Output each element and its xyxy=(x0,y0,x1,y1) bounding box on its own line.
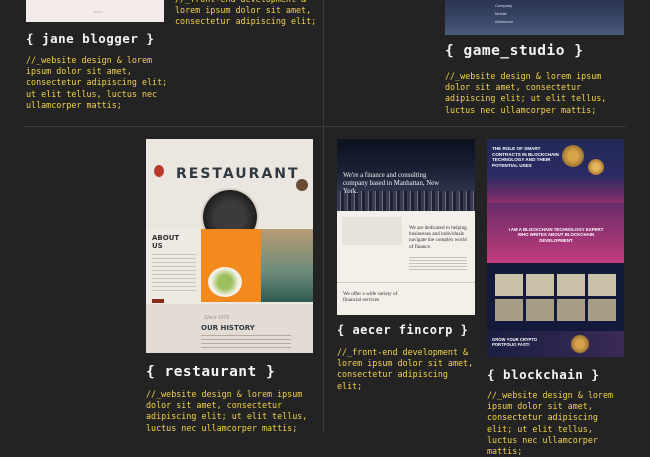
project-title[interactable]: { aecer fincorp } xyxy=(337,323,468,337)
project-description: //_website design & lorem ipsum dolor si… xyxy=(487,390,614,457)
project-title[interactable]: { jane blogger } xyxy=(26,31,154,46)
project-title[interactable]: { game_studio } xyxy=(445,43,583,59)
restaurant-thumbnail[interactable]: RESTAURANT ABOUT US Since 1979 OUR HISTO… xyxy=(146,139,313,353)
menu-item: Mobile xyxy=(495,11,507,16)
coin-image xyxy=(571,335,589,353)
section-separator xyxy=(152,299,164,303)
garnish-image xyxy=(154,165,164,177)
aecer-fincorp-thumbnail[interactable]: We're a finance and consulting company b… xyxy=(337,139,475,315)
thumbnail-caption: Sidebar xyxy=(93,10,104,14)
project-description: //_front-end development & lorem ipsum d… xyxy=(337,347,474,391)
project-title[interactable]: { restaurant } xyxy=(146,364,275,380)
interior-image xyxy=(261,229,313,302)
coin-image xyxy=(562,145,584,167)
finance-image xyxy=(342,217,402,245)
history-heading: OUR HISTORY xyxy=(201,324,255,332)
menu-item: Adventure xyxy=(495,19,514,24)
coin-image xyxy=(588,159,604,175)
finance-bottom-text: We offer a wide variety of financial ser… xyxy=(343,291,398,304)
dish-image xyxy=(208,267,242,297)
column-divider xyxy=(323,0,324,433)
finance-mid-text: We are dedicated to helping businesses a… xyxy=(409,225,467,250)
finance-hero-text: We're a finance and consulting company b… xyxy=(343,172,440,195)
finance-divider xyxy=(337,282,475,283)
blockchain-thumbnail[interactable]: THE ROLE OF SMART CONTRACTS IN BLOCKCHAI… xyxy=(487,139,624,357)
history-text xyxy=(201,335,291,349)
row-divider xyxy=(24,126,626,127)
blockchain-mid-text: I AM A BLOCKCHAIN TECHNOLOGY EXPERT WHO … xyxy=(508,227,604,243)
project-description: //_website design & lorem ipsum dolor si… xyxy=(146,389,308,433)
card-row xyxy=(495,274,616,296)
card-row xyxy=(495,299,616,321)
game-studio-thumbnail[interactable]: Company Mobile Adventure xyxy=(445,0,624,35)
project-description: //_front-end development & lorem ipsum d… xyxy=(175,0,317,27)
thumbnail-menu: Company Mobile Adventure xyxy=(495,2,513,26)
restaurant-heading: RESTAURANT xyxy=(176,166,300,182)
finance-lines xyxy=(409,257,467,271)
project-description: //_website design & lorem ipsum dolor si… xyxy=(26,55,168,110)
blockchain-cta-text: GROW YOUR CRYPTO PORTFOLIO FAST! xyxy=(492,337,538,348)
about-text xyxy=(152,254,196,294)
spice-image xyxy=(296,179,308,191)
project-title[interactable]: { blockchain } xyxy=(487,367,599,382)
blockchain-hero-text: THE ROLE OF SMART CONTRACTS IN BLOCKCHAI… xyxy=(492,146,559,168)
menu-item: Company xyxy=(495,3,513,8)
project-description: //_website design & lorem ipsum dolor si… xyxy=(445,71,607,115)
history-since: Since 1979 xyxy=(204,315,230,321)
about-heading: ABOUT US xyxy=(152,234,180,250)
jane-blogger-thumbnail[interactable]: Sidebar xyxy=(26,0,164,22)
